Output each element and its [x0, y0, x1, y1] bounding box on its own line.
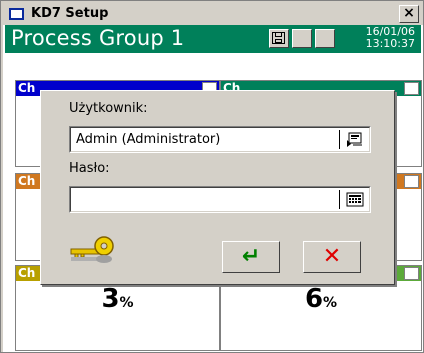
value-unit: % — [323, 295, 338, 311]
window-title: KD7 Setup — [31, 6, 109, 21]
cancel-button[interactable]: ✕ — [303, 241, 361, 273]
channel-checkbox[interactable] — [404, 175, 419, 188]
value-number: 3 — [101, 284, 120, 314]
password-field-frame — [70, 187, 370, 212]
ok-button[interactable]: ↵ — [222, 241, 280, 273]
floppy-disk-icon — [272, 32, 285, 44]
save-button[interactable] — [269, 29, 289, 48]
user-select-icon[interactable] — [346, 131, 364, 148]
close-x-icon: ✕ — [322, 244, 342, 269]
keypad-icon[interactable] — [346, 191, 364, 208]
field-divider — [339, 190, 340, 209]
login-dialog: Użytkownik: Admin (Administrator) Hasło: — [40, 90, 395, 285]
header-button-2[interactable] — [292, 29, 312, 48]
channel-label: Ch — [18, 266, 36, 280]
channel-checkbox[interactable] — [404, 267, 419, 280]
channel-label: Ch — [18, 174, 36, 188]
channel-checkbox[interactable] — [404, 82, 419, 95]
value-number: 6 — [304, 284, 324, 314]
process-group-header: Process Group 1 16/01/06 13:10:37 — [5, 25, 421, 53]
enter-arrow-icon: ↵ — [241, 244, 261, 269]
datetime: 16/01/06 13:10:37 — [366, 26, 415, 50]
app-window: KD7 Setup × Process Group 1 16/01/06 13:… — [0, 0, 424, 353]
time-text: 13:10:37 — [365, 37, 415, 50]
header-button-3[interactable] — [315, 29, 335, 48]
user-value: Admin (Administrator) — [76, 132, 221, 147]
channel-value-right: 6% — [221, 284, 421, 314]
page-title: Process Group 1 — [11, 26, 185, 50]
close-button[interactable]: × — [399, 5, 419, 23]
password-field[interactable] — [69, 186, 371, 213]
channel-value-left: 3% — [16, 284, 219, 314]
user-field[interactable]: Admin (Administrator) — [69, 126, 371, 153]
channel-label: Ch — [18, 81, 36, 95]
key-icon — [70, 236, 114, 263]
password-label: Hasło: — [69, 161, 110, 176]
user-label: Użytkownik: — [69, 101, 148, 116]
value-unit: % — [119, 295, 134, 311]
title-bar: KD7 Setup × — [3, 3, 423, 25]
field-divider — [339, 130, 340, 149]
app-icon — [9, 8, 24, 20]
